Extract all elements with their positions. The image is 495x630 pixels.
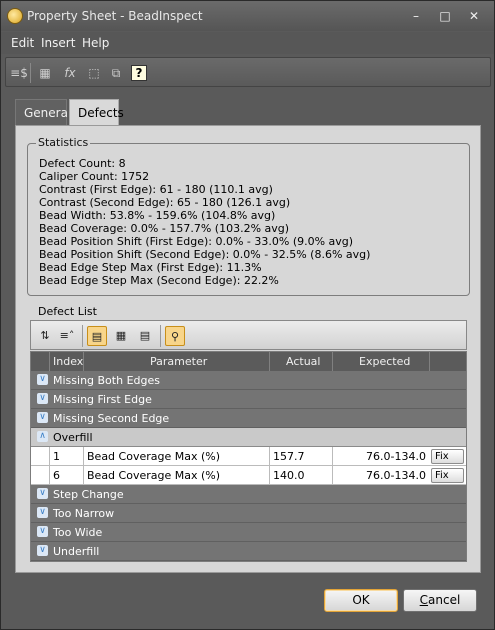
expand-chevron-icon[interactable]: ∨ bbox=[37, 507, 48, 518]
minimize-icon[interactable]: – bbox=[406, 8, 426, 24]
expand-chevron-icon[interactable]: ∨ bbox=[37, 526, 48, 537]
group-label: Underfill bbox=[53, 545, 100, 558]
stat-edge-step-second: Bead Edge Step Max (Second Edge): 22.2% bbox=[39, 274, 279, 287]
title-bar[interactable]: Property Sheet - BeadInspect – □ ✕ bbox=[1, 1, 494, 31]
cell-expected: 76.0-134.0 bbox=[332, 466, 429, 485]
function-icon[interactable]: fx bbox=[61, 64, 79, 82]
defects-panel: Statistics Defect Count: 8 Caliper Count… bbox=[15, 125, 481, 573]
cancel-label: ancel bbox=[428, 593, 461, 607]
grid-dollar-icon[interactable]: ≡$ bbox=[10, 64, 28, 82]
group-too-wide[interactable]: ∨ Too Wide bbox=[31, 523, 466, 542]
column-header-index[interactable]: Index bbox=[53, 355, 83, 368]
defect-toolbar-separator bbox=[82, 325, 83, 347]
column-divider bbox=[49, 352, 50, 371]
ok-button[interactable]: OK bbox=[324, 589, 398, 612]
expand-chevron-icon[interactable]: ∨ bbox=[37, 412, 48, 423]
detail-view-icon[interactable]: ▦ bbox=[111, 326, 131, 346]
stat-caliper-count: Caliper Count: 1752 bbox=[39, 170, 150, 183]
cancel-accelerator: C bbox=[419, 593, 429, 607]
statistics-group: Statistics Defect Count: 8 Caliper Count… bbox=[27, 136, 470, 296]
cell-actual: 140.0 bbox=[269, 466, 332, 485]
menu-help[interactable]: Help bbox=[82, 36, 109, 50]
statistics-legend: Statistics bbox=[36, 136, 91, 149]
menu-insert[interactable]: Insert bbox=[41, 36, 75, 50]
group-step-change[interactable]: ∨ Step Change bbox=[31, 485, 466, 504]
main-toolbar: ≡$ ▦ fx ⬚ ⧉ ? bbox=[5, 57, 491, 87]
stat-position-shift-second: Bead Position Shift (Second Edge): 0.0% … bbox=[39, 248, 371, 261]
group-too-narrow[interactable]: ∨ Too Narrow bbox=[31, 504, 466, 523]
defect-grid: Index Parameter Actual Expected ∨ Missin… bbox=[30, 351, 467, 562]
stat-position-shift-first: Bead Position Shift (First Edge): 0.0% -… bbox=[39, 235, 354, 248]
group-label: Step Change bbox=[53, 488, 124, 501]
collapse-all-icon[interactable]: ≡˄ bbox=[57, 326, 77, 346]
stat-contrast-second: Contrast (Second Edge): 65 - 180 (126.1 … bbox=[39, 196, 291, 209]
defect-toolbar-separator bbox=[160, 325, 161, 347]
property-sheet-window: Property Sheet - BeadInspect – □ ✕ Edit … bbox=[0, 0, 495, 630]
cancel-button[interactable]: Cancel bbox=[403, 589, 477, 612]
group-label: Too Narrow bbox=[53, 507, 115, 520]
cell-parameter: Bead Coverage Max (%) bbox=[83, 447, 269, 466]
cell-actual: 157.7 bbox=[269, 447, 332, 466]
cell-expected: 76.0-134.0 bbox=[332, 447, 429, 466]
stat-bead-width: Bead Width: 53.8% - 159.6% (104.8% avg) bbox=[39, 209, 276, 222]
expand-chevron-icon[interactable]: ∨ bbox=[37, 488, 48, 499]
column-header-parameter[interactable]: Parameter bbox=[150, 355, 207, 368]
defect-list-toolbar: ⇅ ≡˄ ▤ ▦ ▤ ⚲ bbox=[30, 320, 467, 350]
cell-parameter: Bead Coverage Max (%) bbox=[83, 466, 269, 485]
app-icon bbox=[7, 8, 23, 24]
window-title: Property Sheet - BeadInspect bbox=[27, 9, 203, 23]
stat-edge-step-first: Bead Edge Step Max (First Edge): 11.3% bbox=[39, 261, 262, 274]
group-label: Overfill bbox=[53, 431, 93, 444]
column-divider bbox=[429, 352, 430, 371]
group-label: Missing First Edge bbox=[53, 393, 152, 406]
group-label: Too Wide bbox=[53, 526, 103, 539]
cell-index: 6 bbox=[49, 466, 83, 485]
magnify-defect-icon[interactable]: ⚲ bbox=[165, 326, 185, 346]
group-missing-both-edges[interactable]: ∨ Missing Both Edges bbox=[31, 371, 466, 390]
column-header-expected[interactable]: Expected bbox=[359, 355, 410, 368]
menu-edit[interactable]: Edit bbox=[11, 36, 34, 50]
grid-header: Index Parameter Actual Expected bbox=[31, 352, 466, 371]
grouped-view-icon[interactable]: ▤ bbox=[87, 326, 107, 346]
group-underfill[interactable]: ∨ Underfill bbox=[31, 542, 466, 561]
stat-bead-coverage: Bead Coverage: 0.0% - 157.7% (103.2% avg… bbox=[39, 222, 290, 235]
column-header-actual[interactable]: Actual bbox=[286, 355, 320, 368]
table-row[interactable]: 1 Bead Coverage Max (%) 157.7 76.0-134.0… bbox=[31, 447, 466, 466]
stat-contrast-first: Contrast (First Edge): 61 - 180 (110.1 a… bbox=[39, 183, 273, 196]
menu-bar: Edit Insert Help bbox=[1, 32, 494, 54]
fix-button[interactable]: Fix bbox=[431, 468, 464, 483]
column-divider bbox=[269, 352, 270, 371]
tab-defects[interactable]: Defects bbox=[69, 99, 124, 126]
group-missing-first-edge[interactable]: ∨ Missing First Edge bbox=[31, 390, 466, 409]
toolbar-separator bbox=[30, 63, 31, 83]
group-missing-second-edge[interactable]: ∨ Missing Second Edge bbox=[31, 409, 466, 428]
group-label: Missing Second Edge bbox=[53, 412, 170, 425]
select-icon[interactable]: ⬚ bbox=[85, 64, 103, 82]
group-label: Missing Both Edges bbox=[53, 374, 160, 387]
expand-chevron-icon[interactable]: ∨ bbox=[37, 374, 48, 385]
expand-chevron-icon[interactable]: ∨ bbox=[37, 545, 48, 556]
crop-icon[interactable]: ⧉ bbox=[107, 64, 125, 82]
list-view-icon[interactable]: ▤ bbox=[135, 326, 155, 346]
group-overfill[interactable]: ∧ Overfill bbox=[31, 428, 466, 447]
column-divider bbox=[332, 352, 333, 371]
fix-button[interactable]: Fix bbox=[431, 449, 464, 464]
column-divider bbox=[83, 352, 84, 371]
sort-ascending-icon[interactable]: ⇅ bbox=[35, 326, 55, 346]
collapse-chevron-icon[interactable]: ∧ bbox=[37, 431, 48, 442]
table-icon[interactable]: ▦ bbox=[36, 64, 54, 82]
defect-list-label: Defect List bbox=[38, 305, 97, 318]
help-icon[interactable]: ? bbox=[131, 65, 147, 81]
table-row[interactable]: 6 Bead Coverage Max (%) 140.0 76.0-134.0… bbox=[31, 466, 466, 485]
stat-defect-count: Defect Count: 8 bbox=[39, 157, 126, 170]
tab-general[interactable]: General bbox=[15, 99, 71, 125]
close-icon[interactable]: ✕ bbox=[464, 8, 484, 24]
cell-index: 1 bbox=[49, 447, 83, 466]
maximize-icon[interactable]: □ bbox=[435, 8, 455, 24]
expand-chevron-icon[interactable]: ∨ bbox=[37, 393, 48, 404]
